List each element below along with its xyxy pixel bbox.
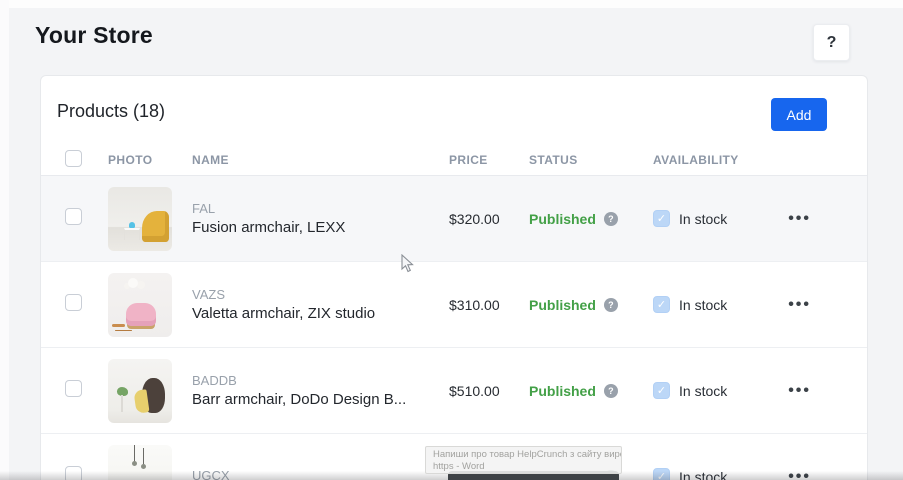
row-name-cell: BADDB Barr armchair, DoDo Design B... bbox=[192, 373, 449, 408]
availability-label: In stock bbox=[679, 211, 727, 227]
row-status-cell: Published ? bbox=[529, 211, 653, 227]
column-header-price: PRICE bbox=[449, 153, 529, 167]
availability-label: In stock bbox=[679, 383, 727, 399]
table-row[interactable]: FAL Fusion armchair, LEXX $320.00 Publis… bbox=[41, 176, 867, 262]
row-actions-cell: ••• bbox=[783, 300, 867, 310]
row-photo-cell bbox=[108, 273, 192, 337]
row-photo-cell bbox=[108, 359, 192, 423]
status-badge: Published bbox=[529, 297, 596, 313]
row-status-cell: Published ? bbox=[529, 297, 653, 313]
product-name: Fusion armchair, LEXX bbox=[192, 219, 449, 236]
product-sku: BADDB bbox=[192, 373, 449, 388]
select-all-checkbox[interactable] bbox=[65, 150, 82, 167]
row-checkbox[interactable] bbox=[65, 208, 82, 225]
page-title: Your Store bbox=[35, 22, 153, 49]
photo-shape bbox=[134, 445, 135, 462]
table-row[interactable]: BADDB Barr armchair, DoDo Design B... $5… bbox=[41, 348, 867, 434]
in-stock-check-icon: ✓ bbox=[657, 212, 666, 225]
column-header-availability: AVAILABILITY bbox=[653, 153, 783, 167]
row-select-cell bbox=[65, 466, 108, 480]
photo-shape bbox=[124, 228, 140, 240]
status-help-icon[interactable]: ? bbox=[604, 384, 618, 398]
table-body: FAL Fusion armchair, LEXX $320.00 Publis… bbox=[41, 176, 867, 480]
table-header-row: PHOTO NAME PRICE STATUS AVAILABILITY bbox=[41, 144, 867, 176]
product-price: $320.00 bbox=[449, 211, 529, 227]
photo-shape bbox=[129, 222, 135, 228]
product-sku: FAL bbox=[192, 201, 449, 216]
photo-shape bbox=[128, 278, 138, 288]
column-header-photo: PHOTO bbox=[108, 153, 192, 167]
row-select-cell bbox=[65, 208, 108, 230]
in-stock-checkbox[interactable]: ✓ bbox=[653, 468, 670, 480]
column-header-status: STATUS bbox=[529, 153, 653, 167]
more-actions-button[interactable]: ••• bbox=[788, 472, 811, 480]
photo-shape bbox=[117, 387, 128, 396]
product-sku: VAZS bbox=[192, 287, 449, 302]
product-sku: UGCX bbox=[192, 468, 449, 480]
window-edge-left bbox=[0, 0, 9, 480]
product-photo bbox=[108, 273, 172, 337]
row-checkbox[interactable] bbox=[65, 380, 82, 397]
row-availability-cell: ✓ In stock bbox=[653, 296, 783, 313]
product-name: Valetta armchair, ZIX studio bbox=[192, 305, 449, 322]
products-count-title: Products (18) bbox=[57, 101, 165, 122]
product-photo bbox=[108, 445, 172, 480]
photo-shape bbox=[126, 303, 156, 326]
os-tooltip: Напиши про товар HelpCrunch з сайту виро… bbox=[425, 446, 622, 474]
availability-label: In stock bbox=[679, 469, 727, 480]
product-photo bbox=[108, 359, 172, 423]
in-stock-checkbox[interactable]: ✓ bbox=[653, 210, 670, 227]
in-stock-check-icon: ✓ bbox=[657, 384, 666, 397]
in-stock-check-icon: ✓ bbox=[657, 298, 666, 311]
row-name-cell: FAL Fusion armchair, LEXX bbox=[192, 201, 449, 236]
row-select-cell bbox=[65, 294, 108, 316]
in-stock-checkbox[interactable]: ✓ bbox=[653, 382, 670, 399]
products-card-header: Products (18) Add bbox=[41, 76, 867, 144]
status-help-icon[interactable]: ? bbox=[604, 298, 618, 312]
add-product-button[interactable]: Add bbox=[771, 98, 827, 131]
in-stock-checkbox[interactable]: ✓ bbox=[653, 296, 670, 313]
row-availability-cell: ✓ In stock bbox=[653, 210, 783, 227]
row-checkbox[interactable] bbox=[65, 294, 82, 311]
product-photo bbox=[108, 187, 172, 251]
more-actions-button[interactable]: ••• bbox=[788, 386, 811, 396]
os-tooltip-line1: Напиши про товар HelpCrunch з сайту виро… bbox=[433, 449, 614, 461]
os-tooltip-line2: https - Word bbox=[433, 461, 614, 473]
help-button[interactable]: ? bbox=[813, 24, 850, 61]
more-actions-button[interactable]: ••• bbox=[788, 300, 811, 310]
status-help-icon[interactable]: ? bbox=[604, 212, 618, 226]
row-actions-cell: ••• bbox=[783, 472, 867, 480]
more-actions-button[interactable]: ••• bbox=[788, 214, 811, 224]
status-badge: Published bbox=[529, 383, 596, 399]
question-mark-icon: ? bbox=[827, 34, 837, 52]
product-name: Barr armchair, DoDo Design B... bbox=[192, 391, 449, 408]
table-row[interactable]: VAZS Valetta armchair, ZIX studio $310.0… bbox=[41, 262, 867, 348]
row-actions-cell: ••• bbox=[783, 214, 867, 224]
row-availability-cell: ✓ In stock bbox=[653, 382, 783, 399]
products-card: Products (18) Add PHOTO NAME PRICE STATU… bbox=[40, 75, 868, 480]
row-photo-cell bbox=[108, 445, 192, 480]
product-price: $310.00 bbox=[449, 297, 529, 313]
row-actions-cell: ••• bbox=[783, 386, 867, 396]
row-name-cell: UGCX bbox=[192, 468, 449, 480]
column-header-name: NAME bbox=[192, 153, 449, 167]
row-status-cell: Published ? bbox=[529, 383, 653, 399]
window-edge-top bbox=[0, 0, 903, 8]
row-availability-cell: ✓ In stock bbox=[653, 468, 783, 480]
photo-shape bbox=[112, 324, 125, 327]
select-all-cell bbox=[65, 150, 108, 170]
row-name-cell: VAZS Valetta armchair, ZIX studio bbox=[192, 287, 449, 322]
status-badge: Published bbox=[529, 211, 596, 227]
row-checkbox[interactable] bbox=[65, 466, 82, 480]
row-photo-cell bbox=[108, 187, 192, 251]
photo-shape bbox=[142, 211, 169, 242]
row-select-cell bbox=[65, 380, 108, 402]
page: { "page": { "title": "Your Store" }, "ic… bbox=[0, 0, 903, 480]
in-stock-check-icon: ✓ bbox=[657, 470, 666, 480]
availability-label: In stock bbox=[679, 297, 727, 313]
product-price: $510.00 bbox=[449, 383, 529, 399]
